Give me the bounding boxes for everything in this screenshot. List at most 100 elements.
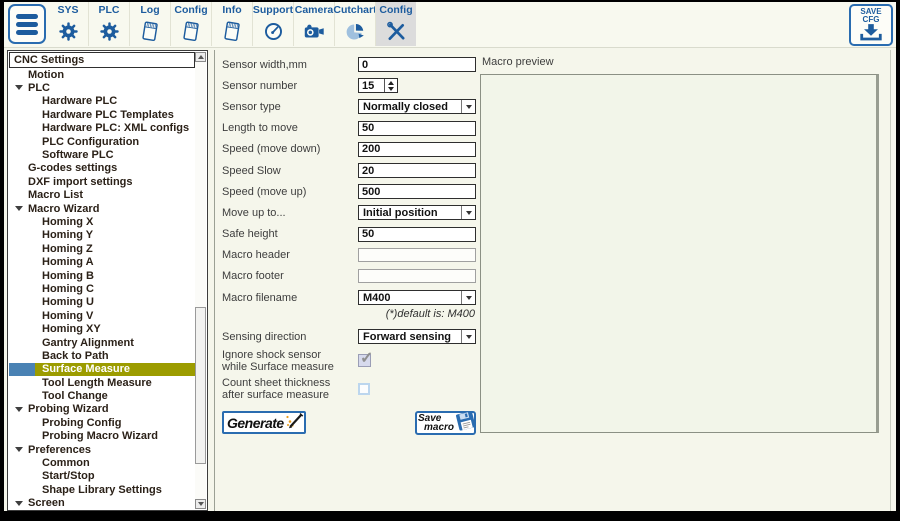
save-macro-button[interactable]: Savemacro [415, 411, 476, 435]
tree-item-g-codes-settings[interactable]: G-codes settings [9, 162, 195, 175]
length-to-move-input[interactable] [358, 121, 476, 136]
speed-slow-input[interactable] [358, 163, 476, 178]
scrollbar-thumb[interactable] [195, 307, 206, 464]
tab-cutchart[interactable]: Cutchart [334, 2, 375, 46]
scrollbar-track[interactable] [195, 62, 206, 499]
tree-item-macro-list[interactable]: Macro List [9, 189, 195, 202]
chevron-down-icon[interactable] [461, 291, 475, 304]
tree-item-hardware-plc[interactable]: Hardware PLC [9, 95, 195, 108]
tree-item-plc-configuration[interactable]: PLC Configuration [9, 135, 195, 148]
tree-item-homing-v[interactable]: Homing V [9, 309, 195, 322]
generate-button[interactable]: Generate [222, 411, 306, 434]
tab-label: PLC [99, 4, 120, 17]
tree-item-back-to-path[interactable]: Back to Path [9, 349, 195, 362]
sensor-number-spinner[interactable]: 15 [358, 78, 398, 93]
expander-icon[interactable] [15, 447, 23, 452]
tree-item-macro-wizard[interactable]: Macro Wizard [9, 202, 195, 215]
expander-icon[interactable] [15, 85, 23, 90]
field-row-speed-slow: Speed Slow [222, 160, 476, 181]
sensing-direction-select[interactable]: Forward sensing [358, 329, 476, 344]
tree-item-label: Homing Z [42, 243, 93, 255]
tree-item-homing-x[interactable]: Homing X [9, 215, 195, 228]
toolbar: SYSPLCLogConfigInfoSupportCameraCutchart… [4, 2, 896, 48]
sensor-type-label: Sensor type [222, 101, 358, 113]
ignore-shock-sensor-checkbox-checked[interactable]: ✓ [358, 354, 371, 367]
expander-icon[interactable] [15, 407, 23, 412]
tree-item-homing-c[interactable]: Homing C [9, 282, 195, 295]
chevron-down-icon[interactable] [461, 330, 475, 343]
scroll-down-button[interactable] [195, 499, 206, 509]
tab-config-selected[interactable]: Config [375, 2, 416, 46]
macro-footer-input[interactable] [358, 269, 476, 283]
tab-label: Info [222, 4, 241, 17]
spin-down-button[interactable] [385, 86, 397, 93]
expander-icon[interactable] [15, 206, 23, 211]
macro-header-input[interactable] [358, 248, 476, 262]
tree-item-label: Homing A [42, 256, 94, 268]
chevron-down-icon[interactable] [461, 206, 475, 219]
tab-camera[interactable]: Camera [293, 2, 334, 46]
speed-move-down-input[interactable] [358, 142, 476, 157]
save-cfg-button[interactable]: SAVE CFG [849, 4, 893, 46]
chevron-down-icon[interactable] [461, 100, 475, 113]
sensor-width-input[interactable] [358, 57, 476, 72]
tab-support[interactable]: Support [252, 2, 293, 46]
tree-item-homing-xy[interactable]: Homing XY [9, 322, 195, 335]
speed-move-up-input[interactable] [358, 184, 476, 199]
tree-item-start-stop[interactable]: Start/Stop [9, 470, 195, 483]
tree-item-plc[interactable]: PLC [9, 81, 195, 94]
safe-height-label: Safe height [222, 228, 358, 240]
speed-slow-label: Speed Slow [222, 165, 358, 177]
tree-item-dxf-import-settings[interactable]: DXF import settings [9, 175, 195, 188]
expander-icon[interactable] [15, 501, 23, 506]
count-sheet-thickness-checkbox-unchecked[interactable] [358, 383, 370, 395]
tree-item-software-plc[interactable]: Software PLC [9, 148, 195, 161]
menu-button[interactable] [8, 4, 46, 44]
tree-item-probing-config[interactable]: Probing Config [9, 416, 195, 429]
tree-item-homing-z[interactable]: Homing Z [9, 242, 195, 255]
tree-item-common[interactable]: Common [9, 456, 195, 469]
tree-item-hardware-plc-xml-configs[interactable]: Hardware PLC: XML configs [9, 122, 195, 135]
tab-plc[interactable]: PLC [88, 2, 129, 46]
tree-item-shape-library-settings[interactable]: Shape Library Settings [9, 483, 195, 496]
tree-item-probing-wizard[interactable]: Probing Wizard [9, 403, 195, 416]
tree-item-tool-change[interactable]: Tool Change [9, 389, 195, 402]
tree-root-header[interactable]: CNC Settings [9, 52, 195, 68]
tree-item-homing-u[interactable]: Homing U [9, 296, 195, 309]
tree-item-hardware-plc-templates[interactable]: Hardware PLC Templates [9, 108, 195, 121]
tree-item-screen[interactable]: Screen [9, 497, 195, 510]
tree-item-tool-length-measure[interactable]: Tool Length Measure [9, 376, 195, 389]
tab-sys[interactable]: SYS [48, 2, 88, 46]
sensor-number-label: Sensor number [222, 80, 358, 92]
scroll-up-button[interactable] [195, 52, 206, 62]
tree-item-label: Gantry Alignment [42, 337, 134, 349]
tab-config[interactable]: Config [170, 2, 211, 46]
tree-item-label: Hardware PLC: XML configs [42, 122, 189, 134]
move-up-to-value: Initial position [363, 207, 438, 219]
sensing-direction-label: Sensing direction [222, 331, 358, 343]
tree-item-gantry-alignment[interactable]: Gantry Alignment [9, 336, 195, 349]
tree-item-homing-a[interactable]: Homing A [9, 255, 195, 268]
tree-item-surface-measure[interactable]: Surface Measure [9, 363, 195, 376]
tree-item-label: Macro Wizard [28, 203, 99, 215]
macro-filename-select[interactable]: M400 [358, 290, 476, 305]
field-row-move-up-to: Move up to...Initial position [222, 202, 476, 223]
tree-item-preferences[interactable]: Preferences [9, 443, 195, 456]
move-up-to-select[interactable]: Initial position [358, 205, 476, 220]
macro-preview-box[interactable] [480, 74, 879, 433]
checkmark-icon: ✓ [360, 348, 373, 368]
tree-scrollbar[interactable] [195, 52, 206, 509]
sensor-type-select[interactable]: Normally closed [358, 99, 476, 114]
tab-log[interactable]: Log [129, 2, 170, 46]
tree-item-label: Homing X [42, 216, 93, 228]
tree-item-homing-b[interactable]: Homing B [9, 269, 195, 282]
tree-item-label: Tool Length Measure [42, 377, 152, 389]
safe-height-input[interactable] [358, 227, 476, 242]
tab-info[interactable]: Info [211, 2, 252, 46]
tree-item-probing-macro-wizard[interactable]: Probing Macro Wizard [9, 430, 195, 443]
field-row-macro-footer: Macro footer [222, 266, 476, 287]
field-row-speed-move-up: Speed (move up) [222, 181, 476, 202]
tree-item-motion[interactable]: Motion [9, 68, 195, 81]
tab-label: Support [253, 4, 293, 17]
tree-item-homing-y[interactable]: Homing Y [9, 229, 195, 242]
